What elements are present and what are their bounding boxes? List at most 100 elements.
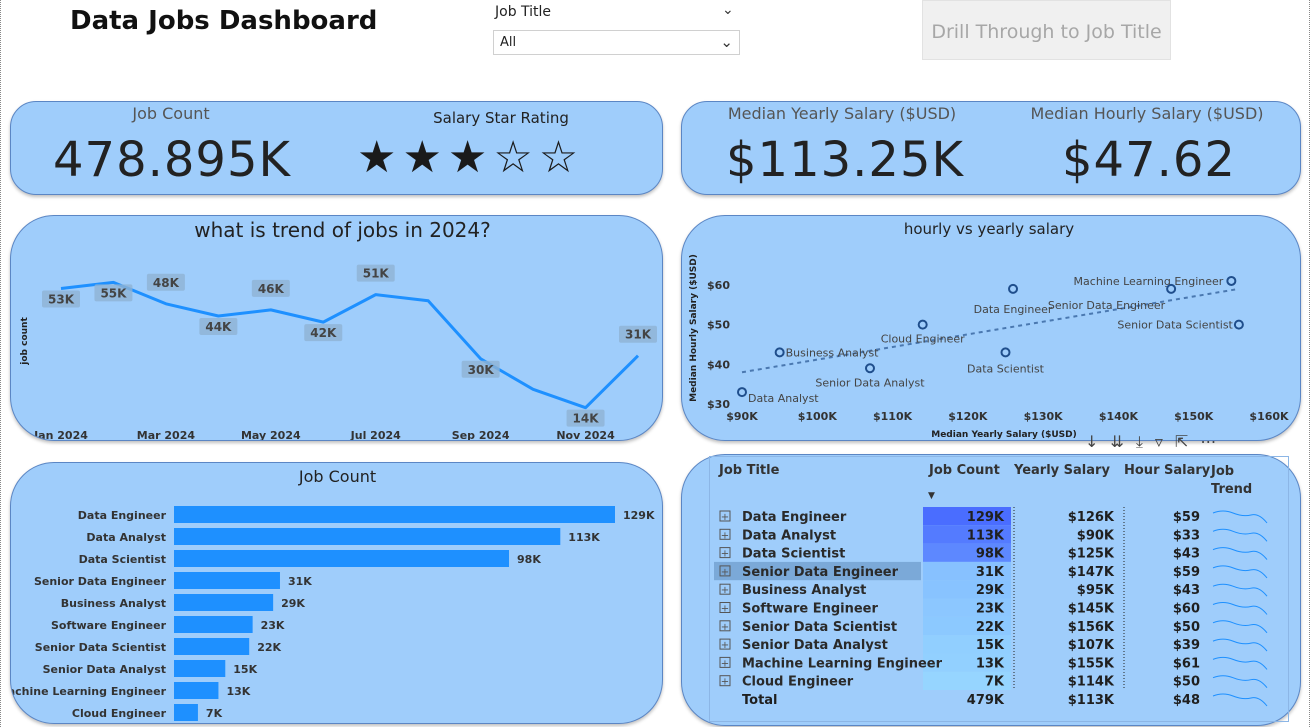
- scatter-x-tick-label: $120K: [948, 410, 988, 423]
- scatter-point-label: Senior Data Analyst: [815, 376, 925, 389]
- scatter-x-tick-label: $160K: [1249, 410, 1289, 423]
- bar: [174, 638, 250, 655]
- plus-icon: +: [721, 530, 729, 541]
- scatter-point: [774, 347, 785, 358]
- bar-data-label: 31K: [288, 575, 312, 588]
- sparkline: [1212, 693, 1268, 707]
- table-cell-yearly: $156K: [1068, 620, 1115, 635]
- bar-category-label: Data Analyst: [86, 531, 166, 544]
- table-cell-yearly: $155K: [1068, 656, 1115, 671]
- scatter-x-tick-label: $110K: [873, 410, 913, 423]
- job-count-bar-card: Job Count Data Engineer 129K Data Analyst 1…: [10, 462, 663, 724]
- job-count-value: 478.895K: [53, 132, 291, 188]
- chevron-down-icon: ⌄: [720, 33, 733, 51]
- median-hourly-label: Median Hourly Salary ($USD): [1030, 104, 1264, 123]
- drill-through-button[interactable]: Drill Through to Job Title: [922, 0, 1171, 60]
- scatter-point: [1008, 283, 1019, 294]
- visual-header-icons: ↓⇊⤓▿⇱⋯: [1085, 432, 1228, 452]
- trend-series-line: [60, 280, 640, 410]
- scatter-x-axis-label: Median Yearly Salary ($USD): [931, 430, 1077, 440]
- kpi-card-salary: Median Yearly Salary ($USD) $113.25K Med…: [681, 101, 1301, 195]
- table-cell-job-title: Senior Data Engineer: [742, 565, 899, 580]
- trend-x-tick-label: Sep 2024: [452, 429, 510, 441]
- bar: [174, 572, 280, 589]
- table-cell-hourly: $50: [1173, 620, 1200, 635]
- job-matrix-table: Job Title Job Count ▼ Yearly Salary Hour…: [709, 456, 1289, 722]
- bar: [174, 682, 219, 699]
- plus-icon: +: [721, 585, 729, 596]
- scatter-y-axis-label: Median Hourly Salary ($USD): [689, 254, 699, 402]
- bar-data-label: 113K: [568, 531, 600, 544]
- trend-data-label: 53K: [48, 293, 75, 307]
- trend-data-label: 31K: [625, 328, 652, 342]
- sparkline: [1212, 675, 1268, 689]
- table-cell-job-title: Data Engineer: [742, 510, 847, 525]
- trend-data-label: 30K: [468, 363, 495, 377]
- bar: [174, 528, 561, 545]
- table-cell-count: 29K: [976, 583, 1005, 598]
- trend-data-label: 44K: [205, 320, 232, 334]
- sparkline: [1212, 547, 1268, 560]
- table-cell-hourly: $33: [1173, 528, 1200, 543]
- sparkline: [1212, 638, 1268, 652]
- trend-line-chart: job count 53K 55K 48K 44K 46K 42K 51K 30K 14K 31K J…: [20, 264, 657, 441]
- table-cell-count: 23K: [976, 602, 1005, 617]
- job-count-label: Job Count: [132, 104, 210, 123]
- median-hourly-value: $47.62: [1062, 132, 1236, 188]
- bar: [174, 594, 274, 611]
- bar-category-label: Senior Data Analyst: [43, 663, 166, 676]
- scatter-x-tick-label: $140K: [1099, 410, 1139, 423]
- table-cell-yearly: $95K: [1077, 583, 1115, 598]
- table-cell-hourly: $43: [1173, 583, 1200, 598]
- double-arrow-down-icon[interactable]: ⇊: [1110, 432, 1135, 451]
- bar-category-label: Senior Data Scientist: [35, 641, 166, 654]
- table-cell-job-title: Machine Learning Engineer: [742, 656, 943, 671]
- table-cell-hourly: $61: [1173, 656, 1200, 671]
- table-cell-yearly: $147K: [1068, 565, 1115, 580]
- sparkline: [1212, 528, 1268, 542]
- bar-data-label: 7K: [206, 707, 223, 720]
- scatter-point: [1000, 347, 1011, 358]
- scatter-point-label: Data Scientist: [967, 362, 1045, 375]
- bar: [174, 550, 510, 567]
- bar-category-label: Data Scientist: [79, 553, 166, 566]
- bar: [174, 506, 615, 523]
- plus-icon: +: [721, 549, 729, 560]
- trend-x-tick-label: Jul 2024: [350, 429, 401, 441]
- arrow-down-icon[interactable]: ↓: [1085, 432, 1110, 451]
- table-cell-hourly: $59: [1173, 510, 1200, 525]
- trend-data-label: 42K: [310, 326, 337, 340]
- table-cell-job-title: Business Analyst: [742, 583, 866, 598]
- trend-x-tick-label: Nov 2024: [556, 429, 615, 441]
- table-cell-yearly: $90K: [1077, 528, 1115, 543]
- trend-data-label: 46K: [258, 282, 285, 296]
- table-cell-yearly: $145K: [1068, 602, 1115, 617]
- plus-icon: +: [721, 677, 729, 688]
- table-cell-hourly: $39: [1173, 638, 1200, 653]
- bar-data-label: 23K: [261, 619, 285, 632]
- scatter-x-tick-label: $90K: [726, 410, 758, 423]
- scatter-y-tick-label: $40: [707, 358, 730, 371]
- scatter-x-tick-label: $100K: [798, 410, 838, 423]
- table-cell-count: 15K: [976, 638, 1005, 653]
- table-cell-count: 98K: [976, 547, 1005, 562]
- slicer-selected-value: All: [500, 35, 517, 50]
- plus-icon: +: [721, 567, 729, 578]
- bar-category-label: Software Engineer: [51, 619, 167, 632]
- bar-data-label: 129K: [623, 509, 655, 522]
- job-title-slicer-dropdown[interactable]: All ⌄: [493, 30, 740, 55]
- scatter-x-tick-label: $150K: [1174, 410, 1214, 423]
- bar-data-label: 29K: [281, 597, 305, 610]
- expand-down-icon[interactable]: ⤓: [1136, 432, 1155, 451]
- filter-icon[interactable]: ▿: [1155, 432, 1175, 451]
- chevron-down-icon[interactable]: ⌄: [722, 2, 734, 18]
- sparkline: [1212, 510, 1268, 524]
- table-cell-job-title: Senior Data Analyst: [742, 638, 888, 653]
- plus-icon: +: [721, 658, 729, 669]
- more-options-icon[interactable]: ⋯: [1200, 432, 1228, 451]
- table-total-label: Total: [742, 693, 778, 708]
- table-cell-job-title: Senior Data Scientist: [742, 620, 897, 635]
- scatter-point-label: Data Engineer: [974, 303, 1053, 316]
- scatter-point: [1226, 275, 1237, 286]
- focus-mode-icon[interactable]: ⇱: [1175, 432, 1200, 451]
